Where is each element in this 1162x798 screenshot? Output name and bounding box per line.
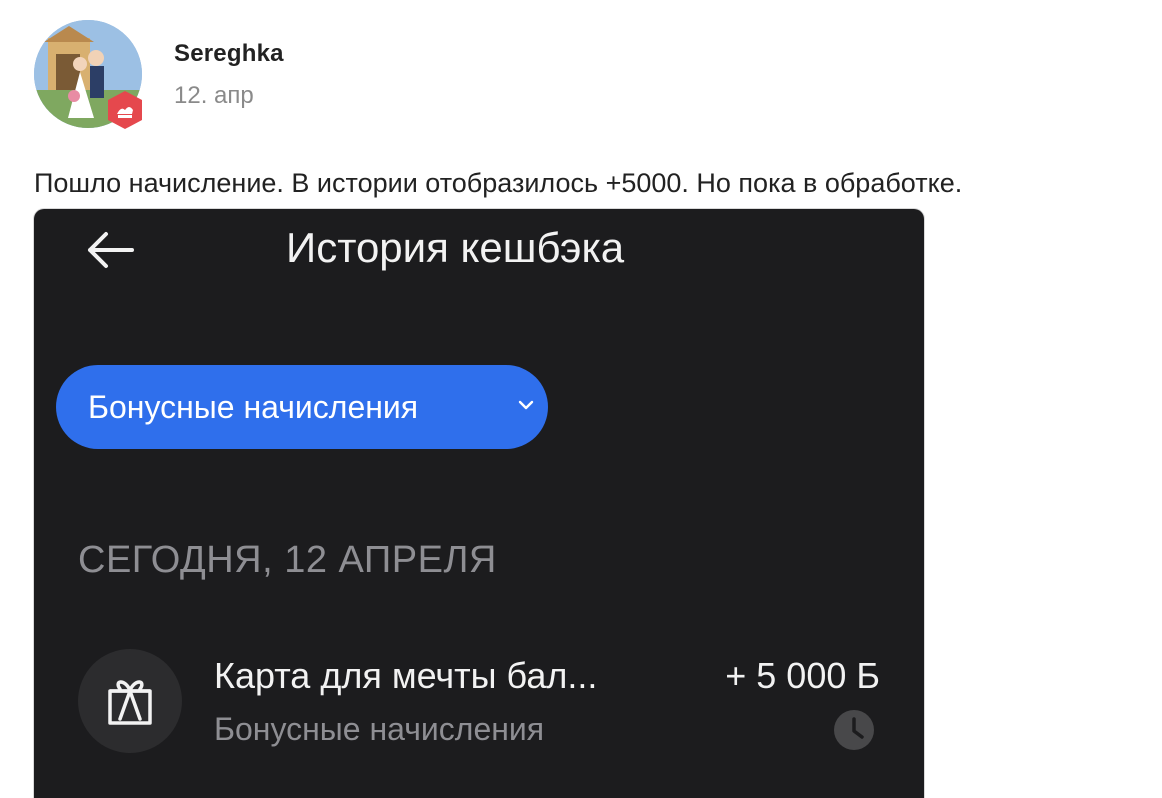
transaction-subtitle: Бонусные начисления	[214, 711, 545, 747]
chevron-down-icon	[518, 400, 534, 410]
filter-chip-label: Бонусные начисления	[88, 388, 419, 425]
back-arrow-icon	[88, 232, 134, 268]
transaction-title: Карта для мечты бал...	[214, 655, 598, 696]
filter-chip: Бонусные начисления	[56, 365, 548, 449]
gift-icon	[108, 680, 152, 725]
post-body-text: Пошло начисление. В истории отобразилось…	[34, 168, 963, 198]
date-section-header: СЕГОДНЯ, 12 АПРЕЛЯ	[78, 539, 497, 581]
post-date: 12. апр	[174, 82, 254, 109]
forum-post: Sereghka 12. апр Пошло начисление. В ист…	[0, 0, 1162, 798]
screen-title: История кешбэка	[286, 224, 625, 271]
attached-screenshot[interactable]: История кешбэка Бонусные начисления СЕГО…	[34, 209, 924, 798]
post-author-name[interactable]: Sereghka	[174, 40, 284, 68]
clock-icon	[834, 710, 874, 750]
gift-icon-container	[78, 649, 182, 753]
user-badge-icon	[106, 90, 144, 130]
transaction-amount: + 5 000 Б	[725, 655, 880, 696]
